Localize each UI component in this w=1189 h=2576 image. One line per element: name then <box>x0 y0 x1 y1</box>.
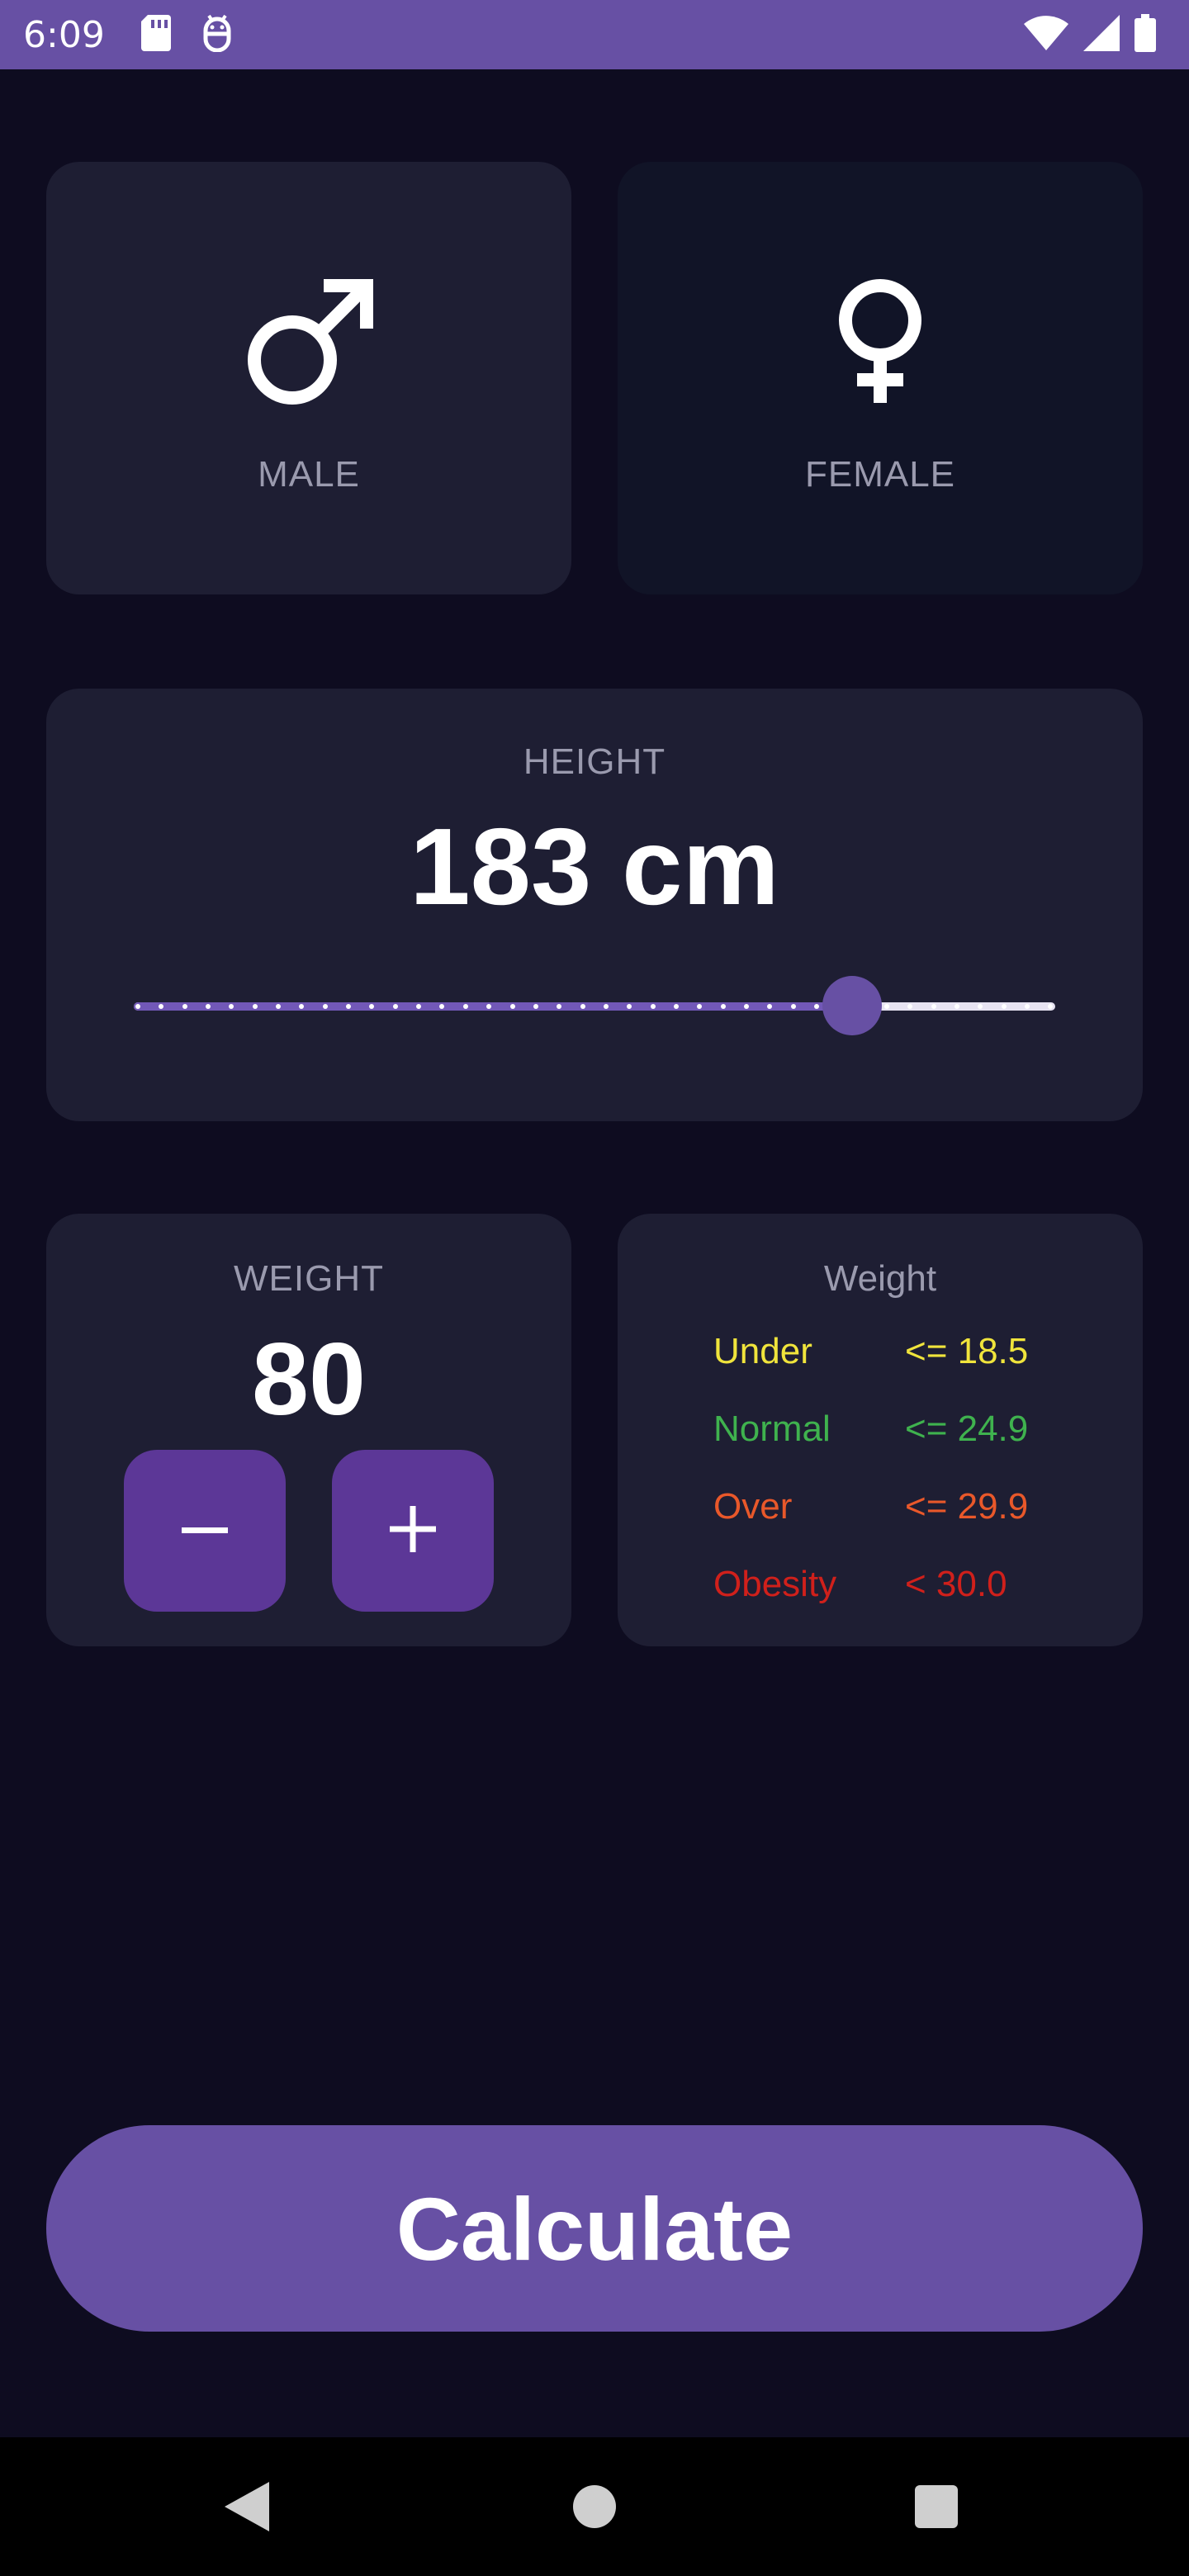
slider-tick <box>673 1004 679 1009</box>
legend-value: <= 29.9 <box>905 1486 1029 1527</box>
status-right-icons <box>1024 0 1156 69</box>
legend-label: Under <box>713 1331 812 1371</box>
plus-icon <box>390 1505 436 1556</box>
legend-value: <= 24.9 <box>905 1409 1029 1449</box>
android-debug-icon <box>201 14 234 56</box>
legend-value: < 30.0 <box>905 1564 1007 1604</box>
slider-tick <box>720 1004 726 1009</box>
slider-tick <box>159 1004 164 1009</box>
slider-tick <box>907 1004 913 1009</box>
female-card[interactable]: FEMALE <box>618 162 1143 594</box>
slider-tick <box>955 1004 960 1009</box>
legend-row-under: Under <= 18.5 <box>713 1331 1028 1380</box>
slider-tick <box>603 1004 609 1009</box>
slider-tick <box>1025 1004 1030 1009</box>
slider-tick <box>1048 1004 1054 1009</box>
weight-value: 80 <box>252 1323 366 1437</box>
status-bar: 6:09 <box>0 0 1189 69</box>
slider-tick <box>322 1004 328 1009</box>
legend-row-over: Over <= 29.9 <box>713 1486 1028 1536</box>
weight-card: WEIGHT 80 <box>46 1214 571 1646</box>
slider-tick <box>299 1004 305 1009</box>
recent-apps-icon[interactable] <box>915 2485 958 2528</box>
slider-tick <box>509 1004 515 1009</box>
slider-tick <box>182 1004 187 1009</box>
slider-tick <box>767 1004 773 1009</box>
slider-tick <box>931 1004 936 1009</box>
height-card: HEIGHT 183 cm <box>46 689 1143 1121</box>
weight-decrement-button[interactable] <box>124 1450 286 1612</box>
slider-tick <box>392 1004 398 1009</box>
home-icon[interactable] <box>573 2485 616 2528</box>
height-slider-ticks <box>134 1002 1055 1011</box>
slider-tick <box>627 1004 632 1009</box>
slider-tick <box>229 1004 234 1009</box>
slider-tick <box>580 1004 585 1009</box>
signal-icon <box>1083 14 1120 55</box>
weight-label: WEIGHT <box>234 1258 384 1299</box>
slider-tick <box>533 1004 538 1009</box>
bmi-legend-card: Weight Under <= 18.5 Normal <= 24.9 Over… <box>618 1214 1143 1646</box>
status-left-icons <box>140 14 234 56</box>
slider-tick <box>1001 1004 1007 1009</box>
slider-tick <box>884 1004 889 1009</box>
slider-tick <box>369 1004 375 1009</box>
navigation-bar <box>0 2437 1189 2576</box>
legend-label: Over <box>713 1486 793 1527</box>
status-time: 6:09 <box>23 13 105 56</box>
slider-tick <box>650 1004 656 1009</box>
slider-tick <box>743 1004 749 1009</box>
male-label: MALE <box>258 454 360 495</box>
female-label: FEMALE <box>804 454 956 495</box>
slider-tick <box>135 1004 140 1009</box>
slider-tick <box>416 1004 422 1009</box>
wifi-icon <box>1024 15 1068 54</box>
calculate-button[interactable]: Calculate <box>46 2125 1143 2332</box>
slider-tick <box>790 1004 796 1009</box>
legend-value: <= 18.5 <box>905 1331 1029 1371</box>
legend-label: Obesity <box>713 1564 837 1604</box>
height-slider[interactable] <box>134 976 1055 1035</box>
slider-tick <box>276 1004 282 1009</box>
height-label: HEIGHT <box>523 741 666 782</box>
minus-icon <box>182 1523 228 1538</box>
legend-row-obesity: Obesity < 30.0 <box>713 1564 1007 1613</box>
legend-label: Normal <box>713 1409 831 1449</box>
slider-tick <box>206 1004 211 1009</box>
slider-tick <box>978 1004 983 1009</box>
slider-tick <box>486 1004 492 1009</box>
female-icon <box>831 277 930 414</box>
slider-tick <box>557 1004 562 1009</box>
slider-tick <box>697 1004 703 1009</box>
back-icon[interactable] <box>225 2482 271 2536</box>
legend-title: Weight <box>823 1258 937 1299</box>
male-icon <box>243 277 375 414</box>
slider-tick <box>439 1004 445 1009</box>
legend-row-normal: Normal <= 24.9 <box>713 1409 1028 1458</box>
sd-card-icon <box>140 14 171 55</box>
weight-increment-button[interactable] <box>332 1450 494 1612</box>
male-card[interactable]: MALE <box>46 162 571 594</box>
height-slider-thumb[interactable] <box>822 976 883 1035</box>
slider-tick <box>462 1004 468 1009</box>
slider-tick <box>252 1004 258 1009</box>
battery-icon <box>1135 13 1156 56</box>
slider-tick <box>346 1004 352 1009</box>
height-value: 183 cm <box>410 806 779 927</box>
slider-tick <box>813 1004 819 1009</box>
